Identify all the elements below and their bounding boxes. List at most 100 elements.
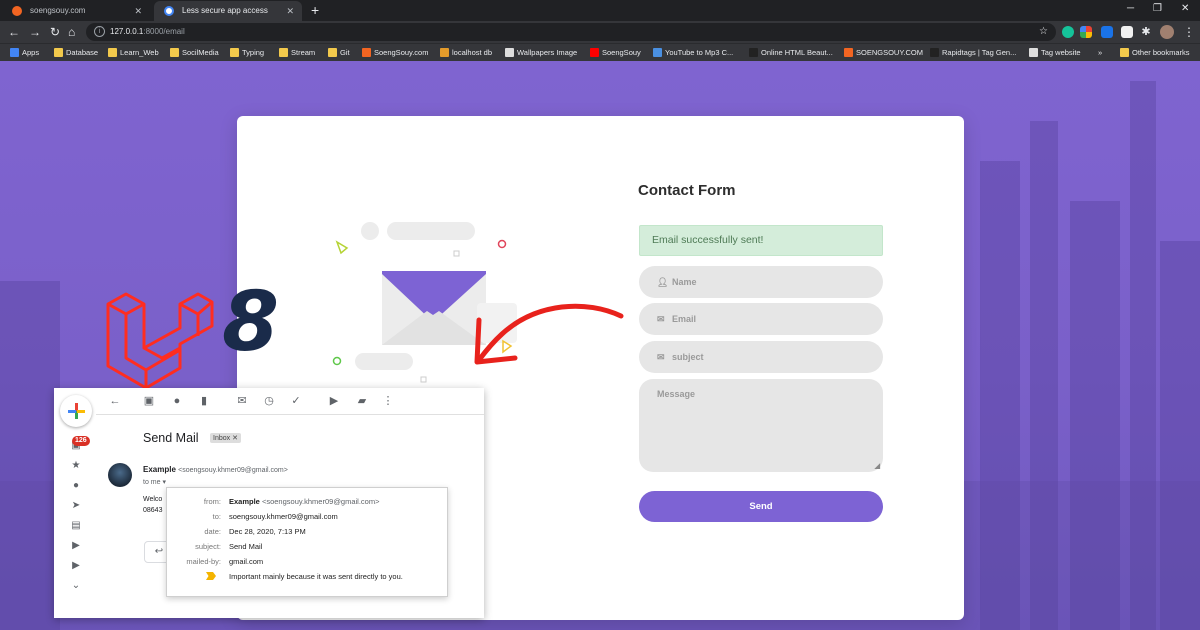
label-icon[interactable]: ▶ [71,561,81,571]
bookmark-item[interactable]: YouTube to Mp3 C... [653,44,733,62]
browser-menu-icon[interactable]: ⋮ [1183,22,1195,42]
bookmark-item[interactable]: SOENGSOUY.COM [844,44,923,62]
bookmark-label: Typing [242,48,265,57]
email-body-line: Welco [143,496,163,503]
bookmark-item[interactable]: Database [54,44,98,62]
name-input[interactable]: 👤︎ Name [639,266,883,298]
drafts-icon[interactable]: ▤ [71,521,81,531]
importance-marker-icon [206,572,216,580]
tab-less-secure-app-access[interactable]: Less secure app access ✕ [154,1,302,21]
bookmark-item[interactable]: Typing [230,44,264,62]
bookmark-item[interactable]: Rapidtags | Tag Gen... [930,44,1016,62]
sent-icon[interactable]: ➤ [71,501,81,511]
extension-icon[interactable] [1101,26,1113,38]
bookmark-favicon-icon [1029,48,1038,57]
bookmark-item[interactable]: Wallpapers Image [505,44,577,62]
color-extension-icon[interactable] [1080,26,1092,38]
bookmark-item[interactable]: Stream [279,44,315,62]
sender-address: <soengsouy.khmer09@gmail.com> [178,467,288,474]
address-bar[interactable]: i 127.0.0.1:8000/email ☆ [86,23,1056,41]
more-options-icon[interactable]: ⋮ [382,395,394,407]
bookmark-star-icon[interactable]: ☆ [1039,23,1048,41]
snoozed-icon[interactable]: ● [71,481,81,491]
close-window-icon[interactable]: ✕ [1181,0,1189,18]
sender-line: Example <soengsouy.khmer09@gmail.com> [143,465,288,474]
unread-count-badge: 126 [72,436,90,446]
reload-icon[interactable]: ↻ [50,22,60,42]
new-tab-button[interactable]: + [311,0,319,20]
more-chevron-icon[interactable]: ⌄ [71,581,81,591]
move-to-icon[interactable]: ▶ [328,395,340,407]
profile-avatar[interactable] [1160,25,1174,39]
bookmark-favicon-icon [653,48,662,57]
extensions-puzzle-icon[interactable]: ✱ [1140,26,1152,38]
compose-button[interactable] [60,395,92,427]
detail-value: Important mainly because it was sent dir… [229,572,403,581]
home-icon[interactable]: ⌂ [68,22,75,42]
mark-unread-icon[interactable]: ✉ [236,395,248,407]
add-to-tasks-icon[interactable]: ✓ [290,395,302,407]
bookmarks-bar: » Other bookmarks Apps Database Learn_Web S… [0,43,1200,61]
tab-close-icon[interactable]: ✕ [286,1,294,21]
tab-title: Less secure app access [182,6,268,15]
bookmark-item[interactable]: Learn_Web [108,44,159,62]
tab-soengsouy[interactable]: soengsouy.com ✕ [2,1,150,21]
bookmark-favicon-icon [505,48,514,57]
delete-icon[interactable]: ▮ [198,395,210,407]
resize-handle-icon[interactable]: ◢ [875,462,880,470]
from-address: <soengsouy.khmer09@gmail.com> [261,497,380,506]
site-info-icon[interactable]: i [94,26,105,37]
bookmark-item[interactable]: Apps [10,44,39,62]
bookmarks-overflow-button[interactable]: » [1098,44,1102,62]
google-favicon-icon [164,6,174,16]
url-path: :8000/email [143,27,185,36]
bookmark-item[interactable]: SoengSouy.com [362,44,428,62]
email-input[interactable]: ✉ Email [639,303,883,335]
bookmark-favicon-icon [279,48,288,57]
bookmark-label: SOENGSOUY.COM [856,48,923,57]
snooze-icon[interactable]: ◷ [263,395,275,407]
detail-value: gmail.com [229,557,264,566]
bookmark-item[interactable]: localhost db [440,44,492,62]
back-icon[interactable]: ← [8,22,20,42]
bookmark-item[interactable]: Tag website [1029,44,1081,62]
tab-close-icon[interactable]: ✕ [134,1,142,21]
bookmark-item[interactable]: SocilMedia [170,44,219,62]
send-button[interactable]: Send [639,491,883,522]
bookmark-label: Wallpapers Image [517,48,578,57]
sender-avatar [108,463,132,487]
detail-label: mailed-by: [186,557,221,566]
labels-icon[interactable]: ▰ [356,395,368,407]
bookmark-label: localhost db [452,48,493,57]
minimize-icon[interactable]: ─ [1127,0,1134,18]
forward-icon[interactable]: → [29,22,41,42]
tab-favicon-icon [12,6,22,16]
bookmark-item[interactable]: Online HTML Beaut... [749,44,833,62]
report-spam-icon[interactable]: ● [171,395,183,407]
bookmark-favicon-icon [170,48,179,57]
other-bookmarks-label: Other bookmarks [1132,48,1190,57]
back-arrow-icon[interactable]: ← [109,395,121,407]
name-placeholder: Name [672,277,697,287]
starred-icon[interactable]: ★ [71,461,81,471]
extension-icon[interactable] [1121,26,1133,38]
subject-input[interactable]: ✉ subject [639,341,883,373]
bookmark-item[interactable]: Git [328,44,350,62]
bookmark-favicon-icon [362,48,371,57]
bookmark-label: Database [66,48,99,57]
other-bookmarks-folder[interactable]: Other bookmarks [1120,44,1190,62]
detail-value: Example <soengsouy.khmer09@gmail.com> [229,496,380,508]
bookmark-favicon-icon [328,48,337,57]
bookmark-favicon-icon [930,48,939,57]
restore-icon[interactable]: ❐ [1153,0,1162,18]
to-me-toggle[interactable]: to me ▾ [143,478,166,486]
grammarly-extension-icon[interactable] [1062,26,1074,38]
message-textarea[interactable]: Message ◢ [639,379,883,472]
label-icon[interactable]: ▶ [71,541,81,551]
inbox-label-chip[interactable]: Inbox ✕ [210,433,241,443]
subject-placeholder: subject [672,352,704,362]
detail-label: date: [204,527,221,536]
bookmark-item[interactable]: SoengSouy [590,44,641,62]
email-body-line: 08643 [143,507,163,514]
archive-icon[interactable]: ▣ [143,395,155,407]
